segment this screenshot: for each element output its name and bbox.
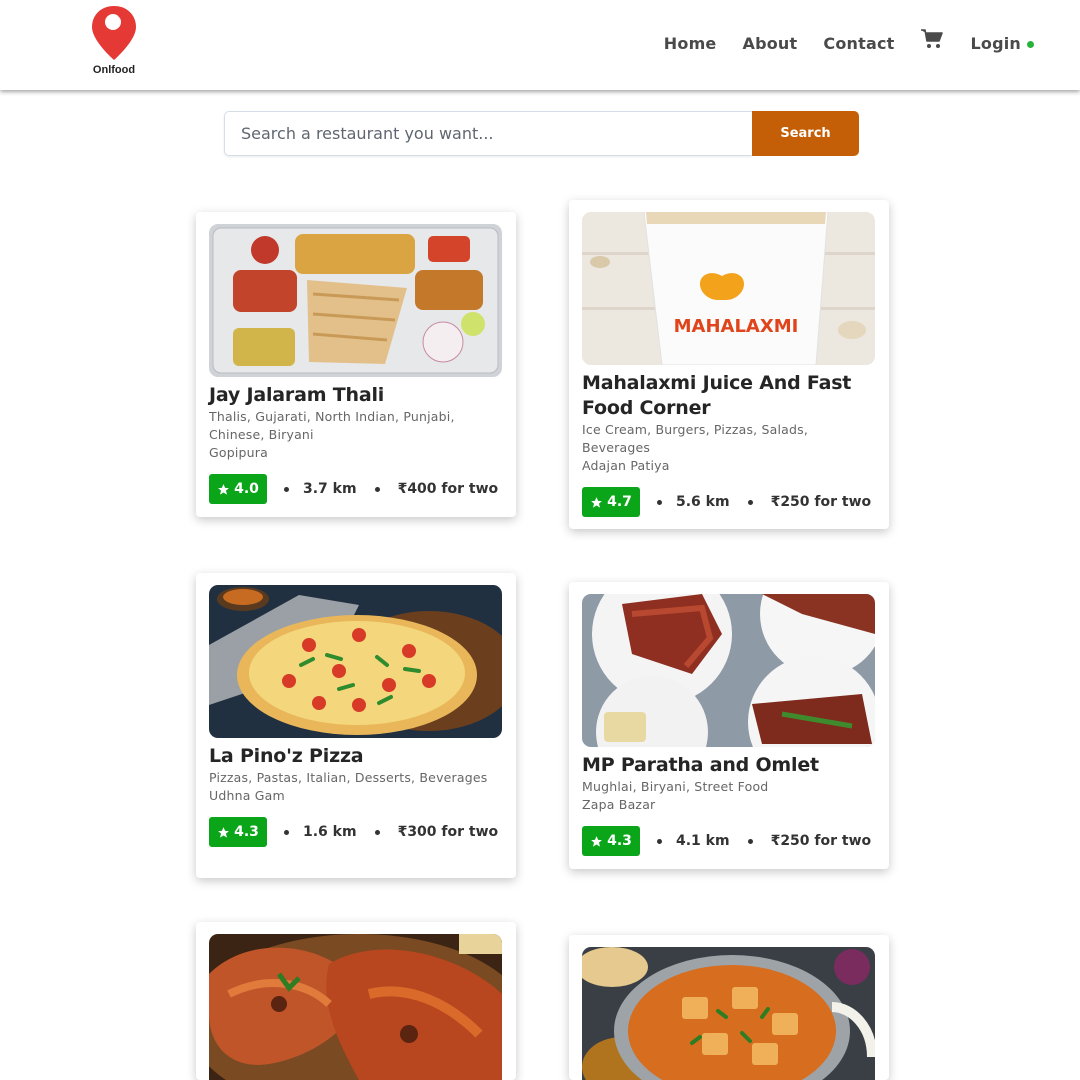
nav-about[interactable]: About — [743, 34, 798, 53]
rating-value: 4.3 — [234, 824, 259, 840]
rating-badge: 4.3 — [582, 826, 640, 856]
restaurant-card[interactable]: MP Paratha and Omlet Mughlai, Biryani, S… — [569, 582, 889, 869]
restaurant-meta: 4.3 4.1 km ₹250 for two — [582, 826, 876, 856]
separator-dot — [374, 829, 380, 835]
nav-home[interactable]: Home — [664, 34, 717, 53]
online-status-dot — [1027, 40, 1034, 48]
rating-badge: 4.7 — [582, 487, 640, 517]
cart-button[interactable] — [920, 29, 944, 54]
restaurant-area: Gopipura — [209, 445, 268, 460]
location-pin-icon — [92, 6, 136, 60]
separator-dot — [374, 486, 380, 492]
logo-text: Onlfood — [92, 64, 136, 76]
rating-badge: 4.3 — [209, 817, 267, 847]
rating-value: 4.0 — [234, 481, 259, 497]
restaurant-cuisines: Mughlai, Biryani, Street Food — [582, 779, 769, 794]
pizza-photo — [209, 585, 502, 738]
distance: 1.6 km — [303, 824, 357, 840]
price-for-two: ₹300 for two — [397, 824, 499, 840]
price-for-two: ₹250 for two — [770, 833, 872, 849]
cup-brand-text: MAHALAXMI — [674, 316, 799, 337]
restaurant-cuisines: Thalis, Gujarati, North Indian, Punjabi,… — [209, 409, 455, 442]
restaurant-meta: 4.3 1.6 km ₹300 for two — [209, 817, 503, 847]
restaurant-image — [209, 585, 502, 738]
separator-dot — [284, 829, 289, 835]
restaurant-image — [582, 594, 875, 747]
rating-value: 4.7 — [607, 494, 632, 510]
restaurant-name[interactable]: Mahalaxmi Juice And Fast Food Corner — [582, 371, 876, 421]
paratha-photo — [582, 594, 875, 747]
restaurant-area: Adajan Patiya — [582, 458, 670, 473]
price-for-two: ₹250 for two — [770, 494, 872, 510]
cart-icon — [921, 29, 944, 48]
restaurant-image — [209, 934, 502, 1080]
restaurant-image: MAHALAXMI — [582, 212, 875, 365]
restaurant-image — [209, 224, 502, 377]
restaurant-cuisines: Pizzas, Pastas, Italian, Desserts, Bever… — [209, 770, 488, 785]
restaurant-card[interactable]: Jay Jalaram Thali Thalis, Gujarati, Nort… — [196, 212, 516, 517]
restaurant-name[interactable]: MP Paratha and Omlet — [582, 753, 876, 778]
paneer-curry-photo — [582, 947, 875, 1080]
restaurant-card[interactable] — [569, 935, 889, 1080]
restaurant-area: Udhna Gam — [209, 788, 285, 803]
thali-photo — [209, 224, 502, 377]
star-icon — [591, 496, 603, 508]
rating-badge: 4.0 — [209, 474, 267, 504]
login-group: Login — [970, 34, 1034, 53]
restaurant-cuisines: Ice Cream, Burgers, Pizzas, Salads, Beve… — [582, 422, 809, 455]
restaurant-image — [582, 947, 875, 1080]
main-nav: Home About Contact Login — [664, 29, 1034, 54]
separator-dot — [284, 486, 289, 492]
distance: 5.6 km — [676, 494, 730, 510]
distance: 3.7 km — [303, 481, 357, 497]
search-input[interactable] — [224, 111, 752, 156]
restaurant-meta: 4.7 5.6 km ₹250 for two — [582, 487, 876, 517]
restaurant-area: Zapa Bazar — [582, 797, 656, 812]
site-logo[interactable]: Onlfood — [84, 2, 144, 82]
distance: 4.1 km — [676, 833, 730, 849]
search-button[interactable]: Search — [752, 111, 859, 156]
separator-dot — [747, 499, 753, 505]
nav-contact[interactable]: Contact — [823, 34, 894, 53]
juice-cup-photo: MAHALAXMI — [582, 212, 875, 365]
restaurant-name[interactable]: Jay Jalaram Thali — [209, 383, 503, 408]
restaurant-name[interactable]: La Pino'z Pizza — [209, 744, 503, 769]
restaurant-card[interactable] — [196, 922, 516, 1080]
nav-login[interactable]: Login — [970, 34, 1021, 53]
separator-dot — [657, 838, 662, 844]
rating-value: 4.3 — [607, 833, 632, 849]
separator-dot — [657, 499, 662, 505]
star-icon — [218, 826, 230, 838]
top-navbar: Onlfood Home About Contact Login — [0, 0, 1080, 90]
restaurant-card[interactable]: MAHALAXMI Mahalaxmi Juice And Fast Food … — [569, 200, 889, 529]
tandoori-chicken-photo — [209, 934, 502, 1080]
star-icon — [218, 483, 230, 495]
restaurant-card[interactable]: La Pino'z Pizza Pizzas, Pastas, Italian,… — [196, 573, 516, 878]
star-icon — [591, 835, 603, 847]
search-bar: Search — [224, 111, 859, 156]
price-for-two: ₹400 for two — [397, 481, 499, 497]
separator-dot — [747, 838, 753, 844]
restaurant-meta: 4.0 3.7 km ₹400 for two — [209, 474, 503, 504]
